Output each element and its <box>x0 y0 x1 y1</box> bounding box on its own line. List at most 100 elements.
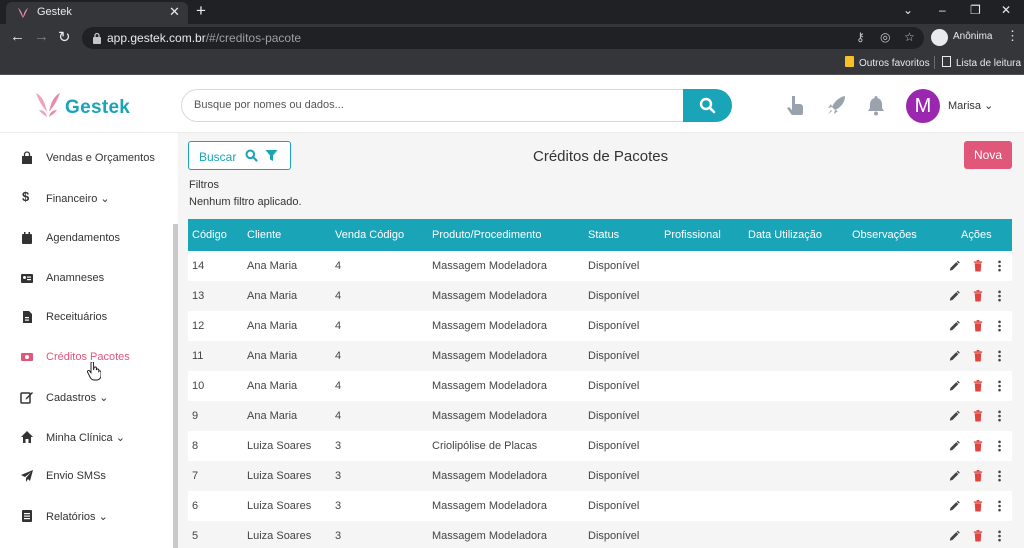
search-button[interactable] <box>683 89 732 122</box>
sidebar-item-relatorios[interactable]: Relatórios ⌄ <box>0 499 172 535</box>
edit-pencil-icon[interactable] <box>948 439 960 453</box>
sidebar-item-creditos-pacotes[interactable]: Créditos Pacotes <box>0 340 172 376</box>
restore-icon[interactable]: ❐ <box>970 3 981 17</box>
sidebar-item-label: Minha Clínica ⌄ <box>46 432 125 444</box>
sidebar-item-vendas[interactable]: Vendas e Orçamentos <box>0 141 172 177</box>
bell-icon[interactable] <box>865 94 887 116</box>
sidebar-item-financeiro[interactable]: $ Financeiro ⌄ <box>0 181 172 217</box>
column-header-observacoes[interactable]: Observações <box>852 229 917 241</box>
trash-icon[interactable] <box>972 379 984 393</box>
more-vertical-icon[interactable] <box>994 529 1006 543</box>
more-vertical-icon[interactable] <box>994 469 1006 483</box>
column-header-data-utilizacao[interactable]: Data Utilização <box>748 229 822 241</box>
edit-pencil-icon[interactable] <box>948 499 960 513</box>
star-icon[interactable]: ☆ <box>904 30 915 44</box>
more-vertical-icon[interactable] <box>994 499 1006 513</box>
search-icon <box>699 97 716 114</box>
buscar-button[interactable]: Buscar <box>188 141 291 170</box>
table-row[interactable]: 5 Luiza Soares 3 Massagem Modeladora Disponí… <box>188 521 1012 548</box>
main-content: Buscar Créditos de Pacotes Nova Filtros … <box>178 133 1024 548</box>
table-row[interactable]: 13 Ana Maria 4 Massagem Modeladora Disponíve… <box>188 281 1012 311</box>
sidebar-item-receituarios[interactable]: Receituários <box>0 300 172 336</box>
table-row[interactable]: 8 Luiza Soares 3 Criolipólise de Placas Disp… <box>188 431 1012 461</box>
more-vertical-icon[interactable] <box>994 349 1006 363</box>
trash-icon[interactable] <box>972 529 984 543</box>
back-arrow-icon[interactable]: ← <box>10 28 25 45</box>
column-header-produto[interactable]: Produto/Procedimento <box>432 229 541 241</box>
trash-icon[interactable] <box>972 499 984 513</box>
sidebar-item-anamneses[interactable]: Anamneses <box>0 261 172 297</box>
trash-icon[interactable] <box>972 409 984 423</box>
more-vertical-icon[interactable] <box>994 439 1006 453</box>
more-vertical-icon[interactable] <box>994 319 1006 333</box>
reload-icon[interactable]: ↻ <box>58 28 71 46</box>
trash-icon[interactable] <box>972 469 984 483</box>
edit-pencil-icon[interactable] <box>948 469 960 483</box>
sidebar-item-agendamentos[interactable]: Agendamentos <box>0 221 172 257</box>
new-tab-icon[interactable]: + <box>196 1 206 21</box>
column-header-venda-codigo[interactable]: Venda Código <box>335 229 404 241</box>
forward-arrow-icon[interactable]: → <box>34 28 49 45</box>
more-vertical-icon[interactable] <box>994 289 1006 303</box>
table-row[interactable]: 10 Ana Maria 4 Massagem Modeladora Disponíve… <box>188 371 1012 401</box>
cell-status: Disponível <box>588 410 640 422</box>
edit-pencil-icon[interactable] <box>948 289 960 303</box>
table-row[interactable]: 7 Luiza Soares 3 Massagem Modeladora Disponí… <box>188 461 1012 491</box>
more-vertical-icon[interactable] <box>994 409 1006 423</box>
sidebar-item-minha-clinica[interactable]: Minha Clínica ⌄ <box>0 420 172 456</box>
window-close-icon[interactable]: ✕ <box>1001 3 1011 17</box>
table-row[interactable]: 9 Ana Maria 4 Massagem Modeladora Disponível <box>188 401 1012 431</box>
table-row[interactable]: 14 Ana Maria 4 Massagem Modeladora Disponíve… <box>188 251 1012 281</box>
browser-menu-icon[interactable]: ⋮ <box>1006 28 1019 44</box>
bookmark-lista-de-leitura[interactable]: Lista de leitura <box>942 56 1021 69</box>
column-header-profissional[interactable]: Profissional <box>664 229 721 241</box>
edit-pencil-icon[interactable] <box>948 529 960 543</box>
trash-icon[interactable] <box>972 349 984 363</box>
more-vertical-icon[interactable] <box>994 379 1006 393</box>
id-card-icon <box>21 274 33 283</box>
cell-codigo: 11 <box>192 350 204 362</box>
close-tab-icon[interactable]: ✕ <box>169 4 180 20</box>
eye-off-icon[interactable]: ◎ <box>880 30 890 44</box>
column-header-status[interactable]: Status <box>588 229 619 241</box>
cell-codigo: 10 <box>192 380 205 392</box>
edit-pencil-icon[interactable] <box>948 349 960 363</box>
hand-pointer-icon[interactable] <box>784 94 806 116</box>
edit-pencil-icon[interactable] <box>948 259 960 273</box>
bookmark-outros-favoritos[interactable]: Outros favoritos <box>845 56 930 69</box>
cell-codigo: 5 <box>192 530 199 542</box>
cell-status: Disponível <box>588 260 640 272</box>
trash-icon[interactable] <box>972 259 984 273</box>
trash-icon[interactable] <box>972 289 984 303</box>
cell-cliente: Luiza Soares <box>247 440 312 452</box>
user-avatar[interactable]: M <box>906 89 940 123</box>
tab-search-icon[interactable]: ⌄ <box>903 3 913 17</box>
app-header: Gestek M Marisa ⌄ <box>0 75 1024 133</box>
sidebar-item-cadastros[interactable]: Cadastros ⌄ <box>0 380 172 416</box>
trash-icon[interactable] <box>972 319 984 333</box>
column-header-codigo[interactable]: Código <box>192 229 227 241</box>
app-logo-text[interactable]: Gestek <box>65 97 130 119</box>
table-row[interactable]: 12 Ana Maria 4 Massagem Modeladora Disponíve… <box>188 311 1012 341</box>
key-icon[interactable]: ⚷ <box>856 30 865 44</box>
cell-cliente: Ana Maria <box>247 320 298 332</box>
more-vertical-icon[interactable] <box>994 259 1006 273</box>
nova-button[interactable]: Nova <box>964 141 1012 169</box>
sidebar-item-envio-smss[interactable]: Envio SMSs <box>0 459 172 495</box>
incognito-profile-chip[interactable]: Anônima <box>928 28 996 48</box>
table-row[interactable]: 6 Luiza Soares 3 Massagem Modeladora Disponí… <box>188 491 1012 521</box>
column-header-cliente[interactable]: Cliente <box>247 229 281 241</box>
table-row[interactable]: 11 Ana Maria 4 Massagem Modeladora Disponíve… <box>188 341 1012 371</box>
search-input[interactable] <box>194 99 664 111</box>
address-bar[interactable]: app.gestek.com.br/#/creditos-pacote ⚷ ◎ … <box>82 27 924 49</box>
edit-pencil-icon[interactable] <box>948 409 960 423</box>
shopping-bag-icon <box>22 151 32 164</box>
edit-pencil-icon[interactable] <box>948 379 960 393</box>
sidebar-item-label: Vendas e Orçamentos <box>46 152 155 164</box>
edit-pencil-icon[interactable] <box>948 319 960 333</box>
rocket-icon[interactable] <box>826 94 848 116</box>
trash-icon[interactable] <box>972 439 984 453</box>
minimize-icon[interactable]: – <box>939 3 946 17</box>
browser-tab[interactable]: Gestek ✕ <box>6 2 188 24</box>
user-menu[interactable]: Marisa ⌄ <box>948 99 993 112</box>
